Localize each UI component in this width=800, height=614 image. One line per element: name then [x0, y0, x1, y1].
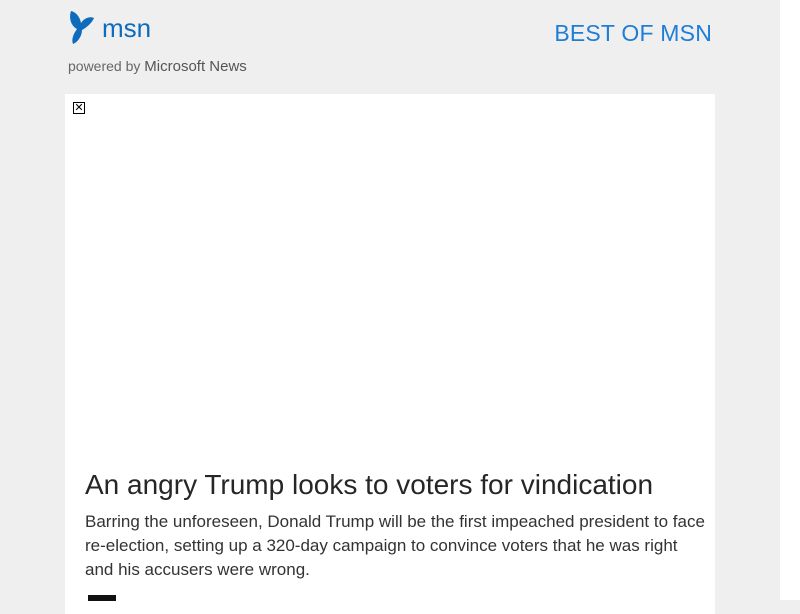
- right-edge-strip: [780, 0, 800, 600]
- article-card: ✕ An angry Trump looks to voters for vin…: [65, 94, 715, 614]
- best-of-msn-link[interactable]: BEST OF MSN: [554, 20, 712, 47]
- close-icon[interactable]: ✕: [73, 102, 85, 114]
- article-headline[interactable]: An angry Trump looks to voters for vindi…: [85, 467, 705, 503]
- logo-text: msn: [102, 12, 152, 43]
- msn-butterfly-icon: [70, 11, 94, 44]
- powered-by-prefix: powered by: [68, 58, 141, 74]
- article-summary: Barring the unforeseen, Donald Trump wil…: [85, 512, 705, 579]
- partial-bar: [88, 595, 116, 601]
- powered-by-brand: Microsoft News: [144, 58, 247, 75]
- powered-by-line: powered by Microsoft News: [68, 58, 247, 75]
- msn-logo[interactable]: msn: [68, 8, 151, 48]
- header: msn powered by Microsoft News BEST OF MS…: [0, 0, 780, 94]
